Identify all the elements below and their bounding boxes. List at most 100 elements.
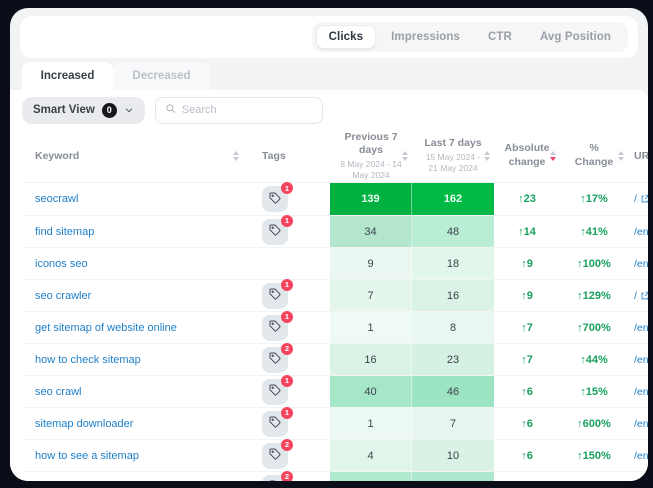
tag-icon — [269, 384, 281, 399]
prev-7-days-value: 4 — [330, 439, 412, 471]
tag-count-badge: 2 — [281, 471, 293, 482]
smart-view-count-badge: 0 — [102, 103, 117, 118]
sort-icon-absolute-change[interactable] — [550, 151, 556, 161]
filter-row: Smart View 0 — [10, 90, 648, 124]
tag-button[interactable]: 1 — [262, 219, 288, 245]
last-7-days-value: 48 — [412, 215, 494, 247]
keyword-link[interactable] — [22, 471, 247, 481]
percent-change-header: % Change — [570, 142, 618, 168]
url-link[interactable]: / — [628, 279, 648, 311]
dashboard-card: Clicks Impressions CTR Avg Position Incr… — [10, 8, 648, 481]
sort-icon-previous[interactable] — [402, 151, 408, 161]
table-row: iconos seo 9 18 ↑9 ↑100% /en — [22, 247, 648, 279]
tags-column-header: Tags — [262, 150, 286, 162]
tag-button[interactable]: 1 — [262, 315, 288, 341]
absolute-change-value: ↑6 — [494, 407, 560, 439]
tag-button[interactable]: 1 — [262, 379, 288, 405]
keyword-link[interactable]: seo crawler — [22, 279, 247, 311]
tag-button[interactable]: 1 — [262, 283, 288, 309]
tag-button[interactable]: 2 — [262, 347, 288, 373]
url-link[interactable]: /en — [628, 311, 648, 343]
last-7-days-value: 7 — [412, 407, 494, 439]
tag-icon — [269, 416, 281, 431]
metric-tab-clicks[interactable]: Clicks — [316, 25, 376, 49]
keyword-link[interactable]: get sitemap of website online — [22, 311, 247, 343]
url-link[interactable]: /en — [628, 439, 648, 471]
percent-change-value — [560, 471, 628, 481]
tag-button[interactable]: 2 — [262, 443, 288, 469]
tag-cell: 1 — [247, 215, 330, 247]
tag-cell — [247, 247, 330, 279]
url-column-header: URL — [634, 150, 648, 162]
smart-view-label: Smart View — [33, 104, 95, 116]
last-7-days-value: 46 — [412, 375, 494, 407]
percent-change-value: ↑100% — [560, 247, 628, 279]
percent-change-value: ↑129% — [560, 279, 628, 311]
tag-cell: 2 — [247, 471, 330, 481]
tag-button[interactable]: 1 — [262, 186, 288, 212]
url-link[interactable] — [628, 471, 648, 481]
tag-icon — [269, 480, 281, 481]
prev-7-days-value: 40 — [330, 375, 412, 407]
prev-7-days-value: 139 — [330, 183, 412, 215]
keyword-link[interactable]: find sitemap — [22, 215, 247, 247]
search-box — [155, 97, 323, 124]
last-7-days-value: 10 — [412, 439, 494, 471]
direction-tabs: Increased Decreased — [22, 62, 648, 90]
keyword-link[interactable]: how to see a sitemap — [22, 439, 247, 471]
tag-icon — [269, 448, 281, 463]
url-link[interactable]: /en — [628, 375, 648, 407]
absolute-change-value: ↑6 — [494, 375, 560, 407]
prev-7-days-value: 9 — [330, 247, 412, 279]
tag-cell: 1 — [247, 407, 330, 439]
prev-7-days-value: 1 — [330, 311, 412, 343]
url-link[interactable]: / — [628, 183, 648, 215]
last-7-days-value: 23 — [412, 343, 494, 375]
keyword-link[interactable]: seo crawl — [22, 375, 247, 407]
tag-count-badge: 2 — [281, 343, 293, 355]
metric-tab-avg-position[interactable]: Avg Position — [527, 25, 624, 49]
url-link[interactable]: /en — [628, 343, 648, 375]
search-input[interactable] — [182, 104, 313, 116]
external-link-icon — [640, 291, 648, 301]
previous-7-days-header: Previous 7 days — [340, 131, 402, 157]
keywords-table: Keyword Tags Previous 7 days 8 May 2024 … — [22, 129, 648, 481]
percent-change-value: ↑44% — [560, 343, 628, 375]
keyword-link[interactable]: how to check sitemap — [22, 343, 247, 375]
tag-cell: 1 — [247, 279, 330, 311]
percent-change-value: ↑41% — [560, 215, 628, 247]
metric-tab-ctr[interactable]: CTR — [475, 25, 525, 49]
absolute-change-value: ↑9 — [494, 279, 560, 311]
percent-change-value: ↑700% — [560, 311, 628, 343]
tag-icon — [269, 192, 281, 207]
prev-7-days-value: 1 — [330, 407, 412, 439]
keyword-link[interactable]: iconos seo — [22, 247, 247, 279]
keyword-link[interactable]: sitemap downloader — [22, 407, 247, 439]
url-link[interactable]: /en — [628, 407, 648, 439]
url-link[interactable]: /en — [628, 215, 648, 247]
last-7-days-value: 18 — [412, 247, 494, 279]
sort-icon-keyword[interactable] — [233, 151, 239, 161]
last-7-days-value: 16 — [412, 279, 494, 311]
prev-7-days-value — [330, 471, 412, 481]
smart-view-dropdown[interactable]: Smart View 0 — [22, 97, 145, 124]
absolute-change-value: ↑23 — [494, 183, 560, 215]
table-body: seocrawl 1 139 162 ↑23 ↑17% / find sitem… — [22, 183, 648, 481]
tab-increased[interactable]: Increased — [22, 62, 113, 90]
metric-tab-impressions[interactable]: Impressions — [378, 25, 473, 49]
tag-icon — [269, 288, 281, 303]
top-toolbar: Clicks Impressions CTR Avg Position — [20, 16, 638, 58]
sort-icon-last[interactable] — [484, 151, 490, 161]
tag-button[interactable]: 2 — [262, 475, 288, 482]
tag-count-badge: 1 — [281, 375, 293, 387]
prev-7-days-value: 34 — [330, 215, 412, 247]
keyword-link[interactable]: seocrawl — [22, 183, 247, 215]
sort-icon-percent-change[interactable] — [618, 151, 624, 161]
absolute-change-value: ↑6 — [494, 439, 560, 471]
percent-change-value: ↑600% — [560, 407, 628, 439]
tab-decreased[interactable]: Decreased — [113, 62, 210, 90]
tag-button[interactable]: 1 — [262, 411, 288, 437]
last-7-days-header: Last 7 days — [422, 137, 484, 150]
url-link[interactable]: /en — [628, 247, 648, 279]
tag-count-badge: 1 — [281, 279, 293, 291]
